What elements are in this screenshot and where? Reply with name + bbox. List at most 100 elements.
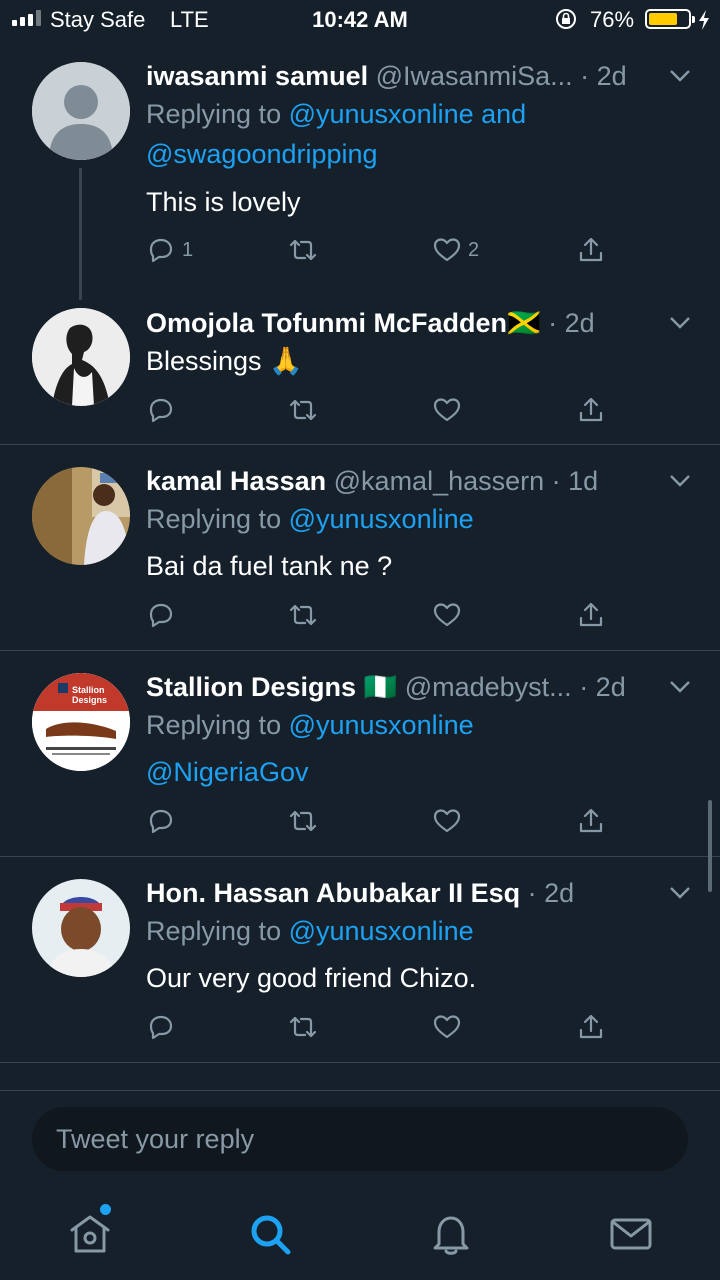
tweet-time: · 2d [571, 672, 626, 702]
reply-icon [149, 238, 173, 263]
reply-button[interactable] [146, 1009, 176, 1045]
like-button[interactable] [432, 597, 462, 633]
replying-prefix: Replying to [146, 504, 289, 534]
retweet-button[interactable] [288, 597, 318, 633]
tweet-header: iwasanmi samuel @IwasanmiSa... · 2d [146, 58, 666, 94]
flag-emoji: 🇯🇲 [507, 308, 541, 338]
replying-to: Replying to @yunusxonline [146, 705, 686, 745]
messages-icon [610, 1218, 652, 1250]
display-name[interactable]: Stallion Designs [146, 672, 356, 702]
display-name[interactable]: iwasanmi samuel [146, 61, 368, 91]
heart-icon [433, 1015, 461, 1039]
home-icon [70, 1215, 110, 1253]
retweet-button[interactable] [288, 392, 318, 428]
share-icon [579, 808, 603, 833]
user-handle[interactable]: @madebyst... [405, 672, 572, 702]
reply-button[interactable] [146, 392, 176, 428]
avatar[interactable] [32, 879, 130, 977]
tab-messages[interactable] [607, 1210, 655, 1258]
profile-photo [32, 467, 130, 565]
tweet-item[interactable]: Stallion Designs Stallion Designs 🇳🇬 @ma… [0, 651, 720, 856]
tweet-time: · 2d [572, 61, 627, 91]
profile-photo [32, 308, 130, 406]
replying-prefix: Replying to [146, 99, 289, 129]
replies-feed[interactable]: iwasanmi samuel @IwasanmiSa... · 2d Repl… [0, 40, 720, 1090]
tweet-actions [146, 1009, 626, 1045]
avatar[interactable] [32, 467, 130, 565]
share-button[interactable] [576, 803, 606, 839]
reply-button[interactable] [146, 597, 176, 633]
scrollbar[interactable] [708, 800, 712, 892]
reply-button[interactable]: 1 [146, 232, 193, 268]
tweet-header: Hon. Hassan Abubakar II Esq · 2d [146, 875, 666, 911]
reply-button[interactable] [146, 803, 176, 839]
chevron-down-icon[interactable] [668, 68, 692, 84]
avatar[interactable] [32, 308, 130, 406]
heart-icon [433, 238, 461, 262]
like-button[interactable] [432, 1009, 462, 1045]
tweet-item[interactable]: Omojola Tofunmi McFadden🇯🇲 · 2d Blessing… [0, 303, 720, 444]
tab-bar [0, 1190, 720, 1280]
tab-search[interactable] [246, 1210, 294, 1258]
tweet-item[interactable]: kamal Hassan @kamal_hassern · 1d Replyin… [0, 445, 720, 650]
tweet-item[interactable]: iwasanmi samuel @IwasanmiSa... · 2d Repl… [0, 40, 720, 303]
reply-bar [0, 1090, 720, 1191]
replying-to-link[interactable]: @yunusxonline [289, 916, 474, 946]
thread-line [79, 168, 82, 300]
tweet-actions [146, 803, 626, 839]
user-handle[interactable]: @kamal_hassern [334, 466, 545, 496]
replying-to-link[interactable]: @yunusxonline [289, 710, 474, 740]
avatar-text: Stallion Designs [72, 685, 108, 705]
user-handle[interactable]: @IwasanmiSa... [376, 61, 573, 91]
replying-prefix: Replying to [146, 916, 289, 946]
chevron-down-icon[interactable] [668, 679, 692, 695]
retweet-icon [289, 1016, 317, 1038]
display-name[interactable]: kamal Hassan [146, 466, 326, 496]
share-icon [579, 602, 603, 627]
share-button[interactable] [576, 597, 606, 633]
tab-home[interactable] [66, 1210, 114, 1258]
tab-notifications[interactable] [427, 1210, 475, 1258]
retweet-button[interactable] [288, 1009, 318, 1045]
chevron-down-icon[interactable] [668, 315, 692, 331]
status-bar: Stay Safe LTE 10:42 AM 76% [0, 0, 720, 40]
tweet-item[interactable]: Hon. Hassan Abubakar II Esq · 2d Replyin… [0, 857, 720, 1062]
chevron-down-icon[interactable] [668, 473, 692, 489]
display-name[interactable]: Hon. Hassan Abubakar II Esq [146, 878, 520, 908]
heart-icon [433, 809, 461, 833]
flag-emoji: 🇳🇬 [363, 672, 398, 702]
heart-icon [433, 603, 461, 627]
divider [0, 1062, 720, 1063]
like-button[interactable] [432, 803, 462, 839]
tweet-text: Our very good friend Chizo. [146, 963, 477, 993]
replying-to-link[interactable]: @yunusxonline [289, 504, 474, 534]
avatar[interactable]: Stallion Designs [32, 673, 130, 771]
tweet-reply-input[interactable] [32, 1107, 688, 1171]
like-count: 2 [468, 238, 480, 261]
like-button[interactable] [432, 392, 462, 428]
replying-to: Replying to @yunusxonline [146, 499, 686, 539]
retweet-button[interactable] [288, 803, 318, 839]
share-button[interactable] [576, 232, 606, 268]
charging-icon [699, 10, 709, 30]
tweet-text[interactable]: @NigeriaGov [146, 754, 686, 790]
retweet-icon [289, 239, 317, 261]
tweet-text: This is lovely [146, 187, 301, 217]
tweet-header: Stallion Designs 🇳🇬 @madebyst... · 2d [146, 669, 666, 705]
notifications-icon [433, 1216, 469, 1255]
reply-icon [149, 398, 173, 423]
tweet-text: Blessings 🙏 [146, 346, 303, 376]
profile-photo [32, 879, 130, 977]
avatar[interactable] [32, 62, 130, 160]
like-button[interactable]: 2 [432, 232, 479, 268]
display-name[interactable]: Omojola Tofunmi McFadden [146, 308, 507, 338]
replying-to: Replying to @yunusxonline and @swagoondr… [146, 94, 686, 174]
default-avatar-icon [32, 62, 130, 160]
tweet-header: Omojola Tofunmi McFadden🇯🇲 · 2d [146, 305, 666, 341]
retweet-icon [289, 399, 317, 421]
share-button[interactable] [576, 1009, 606, 1045]
retweet-button[interactable] [288, 232, 318, 268]
battery-icon [645, 9, 695, 29]
chevron-down-icon[interactable] [668, 885, 692, 901]
share-button[interactable] [576, 392, 606, 428]
